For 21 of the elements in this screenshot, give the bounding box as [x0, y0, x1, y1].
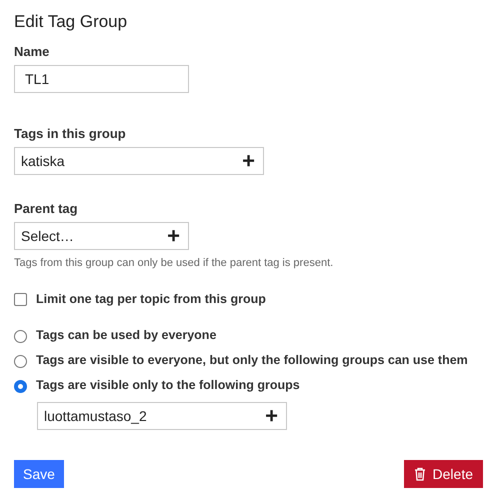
field-value: luottamustaso_2	[44, 408, 147, 424]
radio-label: Tags are visible only to the following groups	[36, 378, 300, 392]
checkbox-label: Limit one tag per topic from this group	[36, 292, 266, 306]
add-button[interactable]: +	[265, 405, 278, 427]
radio-label: Tags can be used by everyone	[36, 328, 216, 342]
add-button[interactable]: +	[167, 225, 180, 247]
field-label: Tags in this group	[14, 126, 127, 141]
tags-field[interactable]: katiska +	[14, 147, 264, 175]
add-button[interactable]: +	[242, 150, 255, 172]
dialog-title: Edit Tag Group	[14, 12, 128, 32]
help-text: Tags from this group can only be used if the parent tag is present.	[14, 257, 334, 269]
parent-tag-select[interactable]: Select… +	[14, 222, 189, 250]
groups-field[interactable]: luottamustaso_2 +	[37, 402, 287, 430]
field-value: katiska	[21, 153, 65, 169]
radio-label: Tags are visible to everyone, but only the following groups can use them	[36, 353, 468, 367]
delete-button[interactable]: Delete	[404, 460, 483, 488]
field-label: Name	[14, 44, 50, 59]
save-button[interactable]: Save	[14, 460, 64, 488]
field-label: Parent tag	[14, 201, 79, 216]
name-field[interactable]: TL1	[14, 65, 189, 93]
field-value: Select…	[21, 228, 74, 244]
